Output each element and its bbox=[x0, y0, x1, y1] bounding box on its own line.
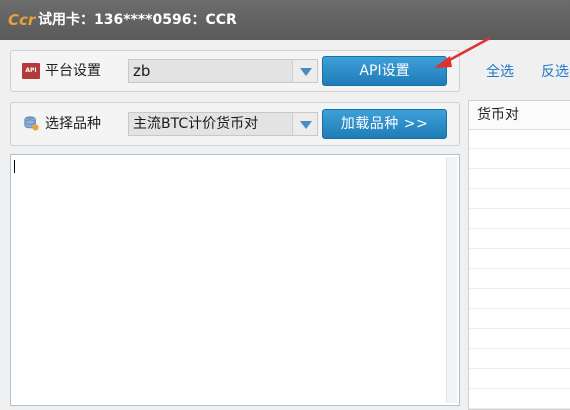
text-caret bbox=[14, 160, 15, 173]
platform-select[interactable]: zb bbox=[128, 59, 318, 83]
editor-scrollbar[interactable] bbox=[446, 157, 457, 403]
symbol-select-panel: 选择品种 主流BTC计价货币对 加载品种 >> bbox=[10, 102, 460, 146]
list-item[interactable] bbox=[469, 209, 570, 229]
select-symbol-label: 选择品种 bbox=[45, 116, 101, 132]
list-item[interactable] bbox=[469, 189, 570, 209]
platform-select-value: zb bbox=[133, 62, 151, 80]
load-symbols-button[interactable]: 加载品种 >> bbox=[322, 109, 447, 139]
chevron-down-icon[interactable] bbox=[292, 113, 317, 135]
currency-pair-header: 货币对 bbox=[477, 107, 519, 123]
platform-settings-panel: API 平台设置 zb API设置 bbox=[10, 50, 460, 92]
database-icon bbox=[24, 116, 39, 131]
log-text-area[interactable] bbox=[10, 154, 460, 406]
list-item[interactable] bbox=[469, 329, 570, 349]
symbol-list-rows bbox=[469, 129, 570, 409]
list-item[interactable] bbox=[469, 249, 570, 269]
select-all-button[interactable]: 全选 bbox=[486, 62, 514, 82]
list-item[interactable] bbox=[469, 389, 570, 409]
list-item[interactable] bbox=[469, 169, 570, 189]
api-icon: API bbox=[22, 63, 40, 79]
chevron-down-icon[interactable] bbox=[292, 60, 317, 82]
api-settings-button[interactable]: API设置 bbox=[322, 56, 447, 86]
list-item[interactable] bbox=[469, 369, 570, 389]
list-item[interactable] bbox=[469, 289, 570, 309]
list-item[interactable] bbox=[469, 229, 570, 249]
symbol-select[interactable]: 主流BTC计价货币对 bbox=[128, 112, 318, 136]
symbol-select-value: 主流BTC计价货币对 bbox=[133, 116, 259, 132]
invert-selection-button[interactable]: 反选 bbox=[541, 62, 569, 82]
list-item[interactable] bbox=[469, 129, 570, 149]
list-column-header[interactable]: 货币对 bbox=[469, 101, 570, 130]
window-title: 试用卡：136****0596：CCR bbox=[38, 12, 237, 28]
app-logo-icon: Ccr bbox=[8, 11, 36, 29]
list-item[interactable] bbox=[469, 349, 570, 369]
symbol-list-panel: 货币对 bbox=[468, 100, 570, 410]
list-item[interactable] bbox=[469, 309, 570, 329]
platform-settings-label: 平台设置 bbox=[45, 63, 101, 79]
list-item[interactable] bbox=[469, 149, 570, 169]
list-item[interactable] bbox=[469, 269, 570, 289]
